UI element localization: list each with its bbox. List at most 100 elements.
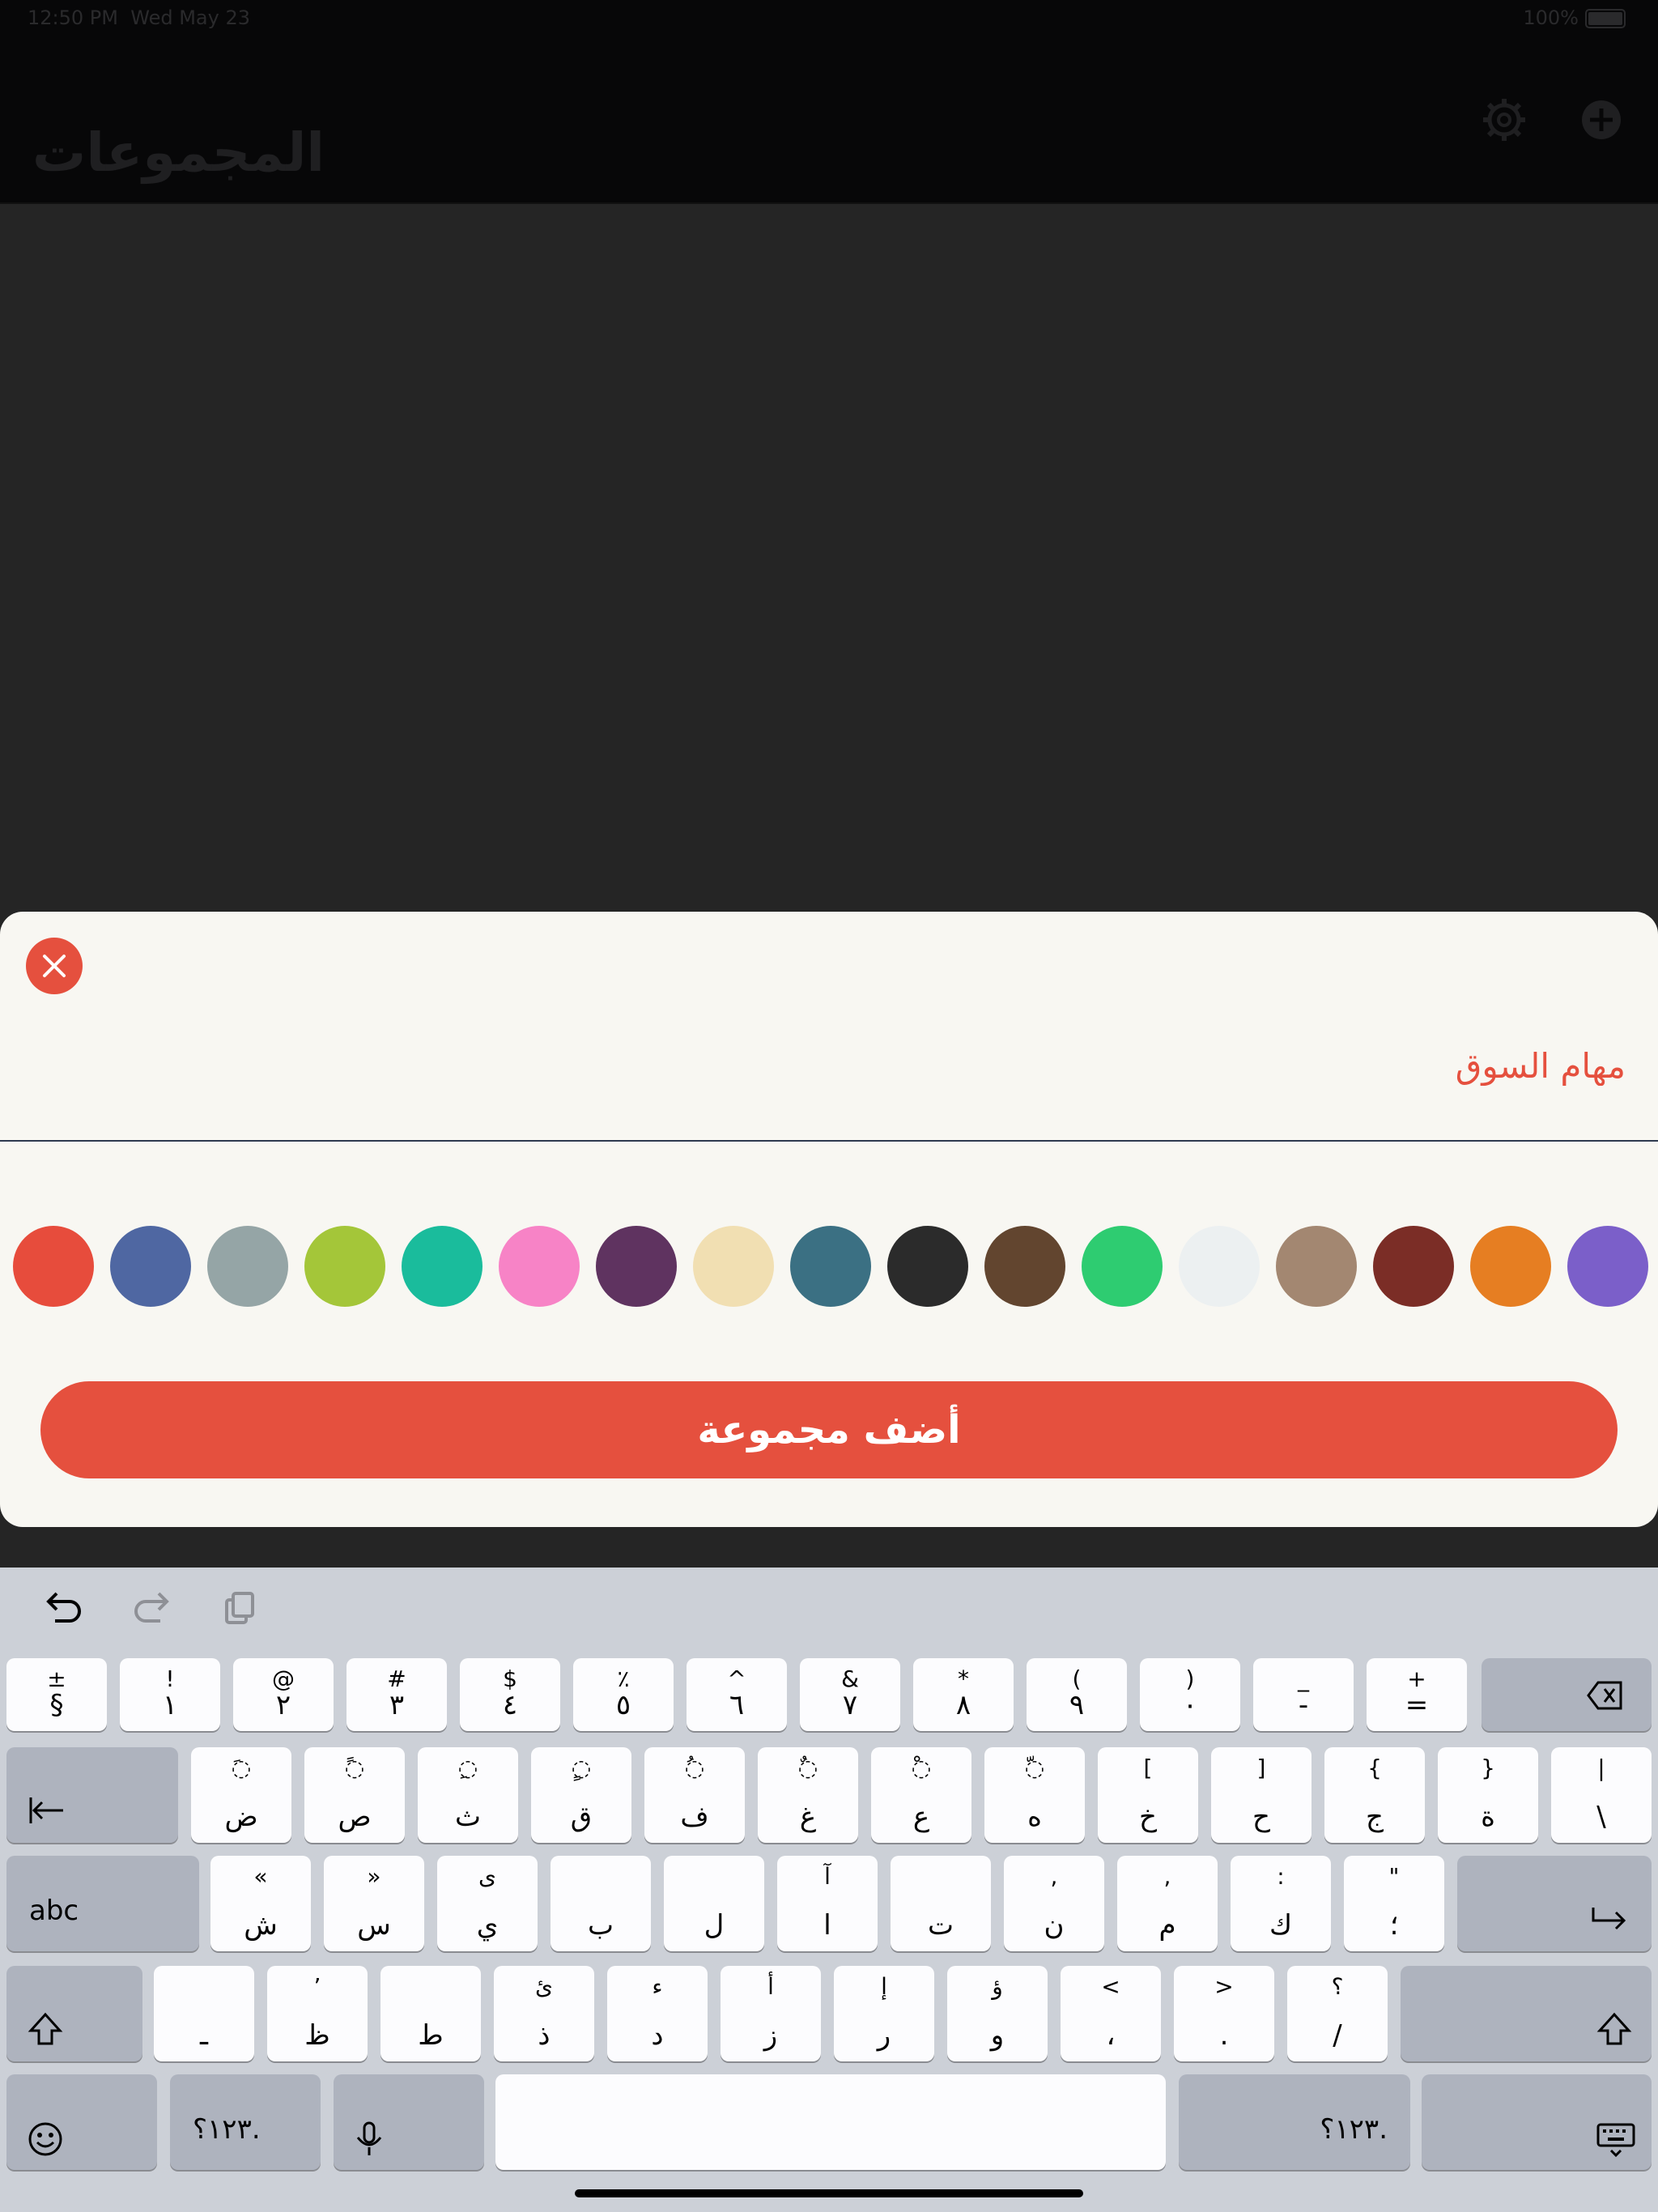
key[interactable]: ب	[551, 1856, 651, 1951]
key[interactable]: * ٨	[913, 1658, 1014, 1731]
key[interactable]: {ج	[1324, 1747, 1425, 1843]
key[interactable]: [خ	[1098, 1747, 1198, 1843]
key-primary-label: ٥	[615, 1689, 631, 1721]
key-secondary-label: ئ	[535, 1973, 553, 2000]
key[interactable]: ؟ /	[1287, 1966, 1388, 2061]
key[interactable]: ط	[380, 1966, 481, 2061]
key[interactable]: ىي	[437, 1856, 538, 1951]
key[interactable]: ,ن	[1004, 1856, 1104, 1951]
backspace-key[interactable]	[1482, 1658, 1652, 1731]
group-name-input[interactable]	[32, 1025, 1626, 1106]
color-swatch[interactable]	[1082, 1226, 1163, 1307]
color-swatch[interactable]	[304, 1226, 385, 1307]
color-swatch[interactable]	[790, 1226, 871, 1307]
key[interactable]: | \	[1551, 1747, 1652, 1843]
dictation-key[interactable]	[334, 2074, 484, 2170]
key[interactable]: ^ ٦	[687, 1658, 787, 1731]
key-primary-label: ٣	[389, 1689, 405, 1721]
shift-key-left[interactable]	[6, 1966, 142, 2061]
color-swatch[interactable]	[1373, 1226, 1454, 1307]
key[interactable]: ◌ُ ف	[644, 1747, 745, 1843]
color-swatch[interactable]	[887, 1226, 968, 1307]
key[interactable]: ! ١	[120, 1658, 220, 1731]
color-swatch[interactable]	[596, 1226, 677, 1307]
paste-icon[interactable]	[215, 1584, 264, 1632]
abc-key[interactable]: abc	[6, 1856, 199, 1951]
color-swatch[interactable]	[984, 1226, 1065, 1307]
key[interactable]: @٢	[233, 1658, 334, 1731]
return-key[interactable]	[1457, 1856, 1652, 1951]
dismiss-keyboard-key[interactable]	[1422, 2074, 1652, 2170]
key[interactable]: ءد	[607, 1966, 708, 2061]
key[interactable]: _ -	[1253, 1658, 1354, 1731]
key[interactable]: + =	[1367, 1658, 1467, 1731]
key[interactable]: ◌َ ض	[191, 1747, 291, 1843]
key-primary-label: /	[1333, 2019, 1342, 2052]
key[interactable]: & ٧	[800, 1658, 900, 1731]
key[interactable]: إر	[834, 1966, 934, 2061]
key[interactable]: ] ح	[1211, 1747, 1312, 1843]
key-primary-label: ذ	[538, 2019, 551, 2052]
key[interactable]: < ،	[1061, 1966, 1161, 2061]
key[interactable]: أز	[721, 1966, 821, 2061]
key[interactable]: ◌ٌ غ	[758, 1747, 858, 1843]
numbers-key-right[interactable]: ١٢٣؟.	[1179, 2074, 1410, 2170]
key[interactable]: ◌ِ ث	[418, 1747, 518, 1843]
color-swatch[interactable]	[1470, 1226, 1551, 1307]
shift-key-right[interactable]	[1401, 1966, 1652, 2061]
key[interactable]: «ش	[210, 1856, 311, 1951]
key[interactable]: ◌ّ ه	[984, 1747, 1085, 1843]
key[interactable]: #٣	[346, 1658, 447, 1731]
color-swatch[interactable]	[110, 1226, 191, 1307]
key[interactable]: ؤو	[947, 1966, 1048, 2061]
key[interactable]: ◌ٍ ق	[531, 1747, 631, 1843]
key[interactable]: ,م	[1117, 1856, 1218, 1951]
color-swatch[interactable]	[693, 1226, 774, 1307]
color-swatch[interactable]	[207, 1226, 288, 1307]
key-primary-label: ،	[1106, 2019, 1116, 2052]
key-primary-label: ١	[162, 1689, 178, 1721]
tab-key[interactable]	[6, 1747, 178, 1843]
key[interactable]: ’ ظ	[267, 1966, 368, 2061]
emoji-key[interactable]	[6, 2074, 157, 2170]
numbers-key-left[interactable]: ١٢٣؟.	[170, 2074, 321, 2170]
home-indicator	[575, 2189, 1083, 2197]
key-primary-label: ش	[244, 1909, 278, 1942]
key[interactable]: ٪ ٥	[573, 1658, 674, 1731]
key[interactable]: ل	[664, 1856, 764, 1951]
key[interactable]: آا	[777, 1856, 878, 1951]
key[interactable]: ± §	[6, 1658, 107, 1731]
key[interactable]: ) ٠	[1140, 1658, 1240, 1731]
key[interactable]: $٤	[460, 1658, 560, 1731]
gear-icon[interactable]	[1482, 97, 1527, 143]
key[interactable]: ◌ً ص	[304, 1747, 405, 1843]
undo-icon[interactable]	[39, 1584, 87, 1632]
color-swatch[interactable]	[499, 1226, 580, 1307]
key[interactable]: :ك	[1231, 1856, 1331, 1951]
key[interactable]: ـ	[154, 1966, 254, 2061]
key-secondary-label: ى	[478, 1863, 496, 1890]
key[interactable]: " ؛	[1344, 1856, 1444, 1951]
key-primary-label: ا	[823, 1909, 831, 1942]
color-swatch[interactable]	[1567, 1226, 1648, 1307]
return-icon	[1592, 1908, 1626, 1930]
key[interactable]: >.	[1174, 1966, 1274, 2061]
key[interactable]: » س	[324, 1856, 424, 1951]
key[interactable]: } ة	[1438, 1747, 1538, 1843]
keyboard: ± §! ١ @٢ #٣ $٤ ٪ ٥ ^ ٦ & ٧ * ٨(٩) ٠ _ - + = ◌َ ض ◌ً ص ◌ِ ث ◌ٍ ق ◌ُ…	[0, 1568, 1658, 2212]
color-swatch[interactable]	[402, 1226, 483, 1307]
add-group-icon[interactable]	[1579, 97, 1624, 143]
redo-icon[interactable]	[128, 1584, 176, 1632]
key[interactable]: ئذ	[494, 1966, 594, 2061]
key[interactable]: ◌ْ ع	[871, 1747, 971, 1843]
key[interactable]: ت	[891, 1856, 991, 1951]
shift-icon	[1596, 2012, 1632, 2045]
color-swatch[interactable]	[13, 1226, 94, 1307]
add-group-button[interactable]: أضف مجموعة	[40, 1381, 1618, 1478]
key-primary-label: ظ	[304, 2019, 330, 2052]
color-swatch[interactable]	[1276, 1226, 1357, 1307]
close-button[interactable]	[26, 938, 83, 994]
color-swatch[interactable]	[1179, 1226, 1260, 1307]
space-key[interactable]	[495, 2074, 1166, 2170]
key[interactable]: (٩	[1027, 1658, 1127, 1731]
